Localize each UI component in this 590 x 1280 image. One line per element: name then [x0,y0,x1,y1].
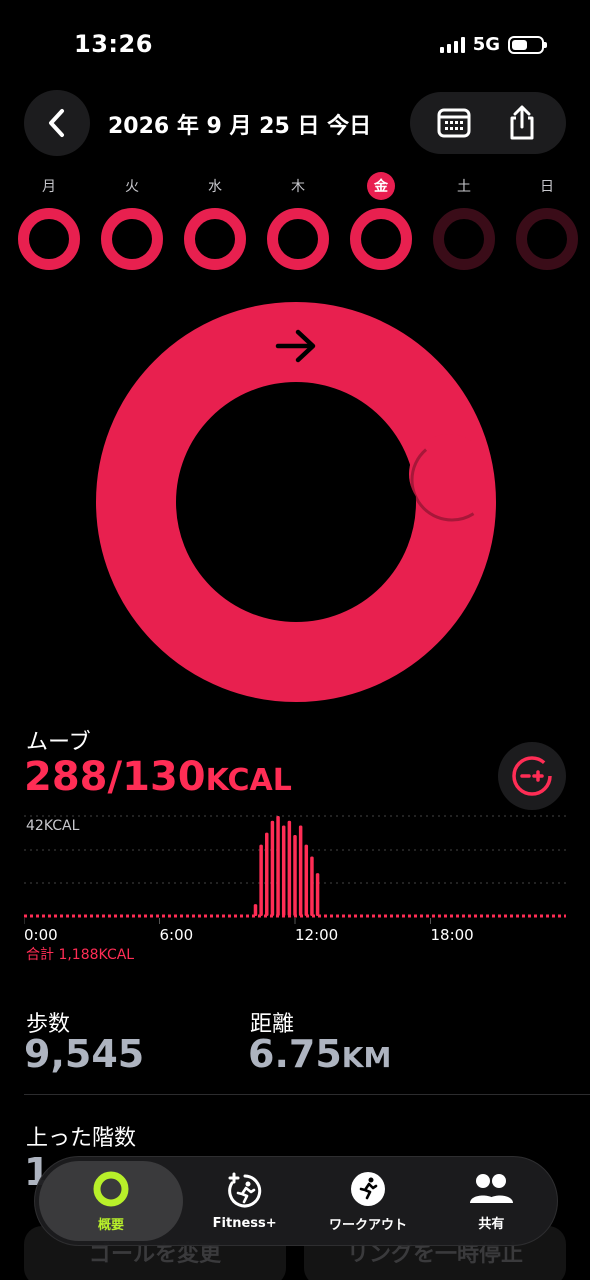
day-ring [18,208,80,270]
distance-unit: KM [341,1041,392,1074]
signal-icon [439,36,465,53]
ring-end-cap [409,434,489,514]
day-0[interactable]: 月 [16,172,82,270]
battery-icon [508,35,547,54]
move-value-number: 288/130 [24,754,206,800]
steps-number: 9,545 [24,1032,145,1076]
chart-bar [287,820,292,916]
distance-number: 6.75 [248,1032,342,1076]
chart-bar [293,835,297,916]
chart-bar [265,832,269,916]
activity-ring-icon [93,1171,129,1206]
day-1[interactable]: 火 [99,172,165,270]
week-rings: 月火水木金土日 [16,172,580,270]
day-ring [267,208,329,270]
share-button[interactable] [494,95,550,151]
page-title: 2026 年 9 月 25 日 今日 [108,114,372,139]
day-5[interactable]: 土 [431,172,497,270]
move-value-unit: KCAL [205,763,292,798]
fitness-plus-icon [227,1172,261,1207]
chart-bar [270,820,275,916]
calendar-button[interactable] [426,95,482,151]
move-value: 288/130KCAL [24,754,292,800]
network-type: 5G [472,34,500,55]
header-actions [410,92,566,154]
tab-sharing[interactable]: 共有 [430,1161,553,1241]
chart-bar [259,844,263,916]
tab-bar: 概要 Fitness+ ワークアウト 共有 [34,1156,558,1246]
share-icon [510,105,534,140]
tab-summary[interactable]: 概要 [39,1161,183,1241]
day-ring [101,208,163,270]
tab-workout-label: ワークアウト [328,1217,407,1233]
day-3[interactable]: 木 [265,172,331,270]
status-time: 13:26 [74,30,153,58]
chart-bar [310,856,314,916]
adjust-goal-button[interactable] [498,742,566,810]
steps-value: 9,545 [24,1032,144,1076]
chart-bar [276,816,280,916]
move-title: ムーブ [26,730,91,755]
chart-x-tick-label: 18:00 [430,926,474,944]
chart-x-tick-label: 6:00 [159,926,194,944]
chart-bar [281,825,286,916]
status-bar: 13:26 5G [0,0,590,90]
day-ring [184,208,246,270]
day-ring [433,208,495,270]
tab-workout[interactable]: ワークアウト [306,1161,429,1241]
tab-summary-label: 概要 [97,1217,124,1233]
day-label: 水 [208,179,222,195]
workout-runner-icon [350,1171,385,1206]
goal-adjust-icon [512,756,552,796]
day-label: 月 [42,179,56,195]
distance-value: 6.75KM [248,1032,391,1076]
chart-total: 合計 1,188KCAL [26,947,135,963]
day-6[interactable]: 日 [514,172,580,270]
day-2[interactable]: 水 [182,172,248,270]
status-indicators: 5G [439,34,547,55]
day-ring [350,208,412,270]
tab-fitness-plus-label: Fitness+ [212,1215,277,1231]
floors-label: 上った階数 [26,1126,137,1151]
chart-bar [298,825,303,916]
tab-sharing-label: 共有 [478,1216,505,1232]
tab-fitness-plus[interactable]: Fitness+ [183,1161,306,1241]
arrow-right-icon [275,329,316,363]
day-ring [516,208,578,270]
sharing-people-icon [470,1173,514,1203]
chart-x-tick-label: 0:00 [24,926,58,944]
day-label: 木 [291,179,305,195]
chart-bar [304,844,309,916]
day-label: 土 [457,179,471,195]
chart-x-tick-label: 12:00 [295,926,339,944]
day-4[interactable]: 金 [348,172,414,270]
chart-bar [315,873,320,916]
chevron-left-icon [49,109,64,137]
day-label: 日 [540,179,554,195]
day-label: 火 [125,179,139,195]
chart-bar [253,904,258,916]
calendar-icon [437,108,471,138]
day-label: 金 [367,172,395,200]
divider [24,1094,590,1095]
back-button[interactable] [24,90,90,156]
